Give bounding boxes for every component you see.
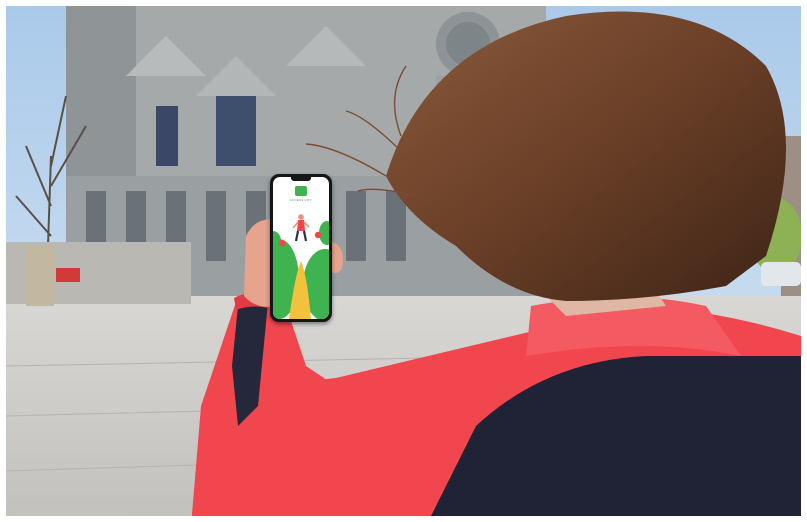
app-pin-right: [314, 231, 322, 239]
red-sign: [56, 268, 80, 282]
smartphone: ACCESS CITY: [270, 174, 332, 322]
city-square-scene: [6, 6, 801, 516]
phone-notch: [291, 177, 311, 181]
app-logo-icon: [295, 186, 307, 196]
app-title: ACCESS CITY: [289, 198, 313, 202]
app-pin-left: [278, 239, 286, 247]
app-illustration: [273, 205, 329, 319]
parked-car: [761, 262, 801, 286]
phone-screen: ACCESS CITY: [273, 177, 329, 319]
kiosk: [26, 246, 54, 306]
photo: ACCESS CITY: [6, 6, 801, 516]
runner-head: [298, 214, 304, 220]
runner-body: [297, 220, 305, 231]
